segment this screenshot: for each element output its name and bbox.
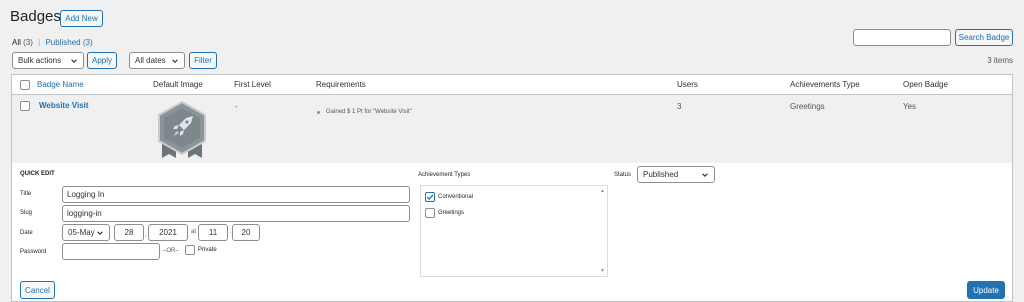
bulk-actions-label: Bulk actions bbox=[18, 56, 62, 65]
dates-label: All dates bbox=[135, 56, 166, 65]
bullet-icon bbox=[317, 110, 320, 114]
achievement-type-conventional[interactable]: Conventional bbox=[425, 192, 473, 202]
items-count: 3 items bbox=[987, 56, 1013, 65]
conventional-label: Conventional bbox=[438, 194, 474, 200]
conventional-checkbox[interactable] bbox=[425, 192, 435, 202]
achievement-types-label: Achievement Types bbox=[418, 172, 471, 178]
page-title: Badges bbox=[10, 8, 61, 25]
requirement-text: Gained $ 1 Pt for "Website Visit" bbox=[326, 109, 412, 115]
check-icon bbox=[426, 194, 434, 201]
chevron-down-icon bbox=[97, 230, 103, 235]
view-published-link[interactable]: Published bbox=[45, 38, 80, 47]
achievement-type-greetings[interactable]: Greetings bbox=[425, 208, 464, 218]
chevron-down-icon bbox=[71, 58, 77, 63]
achievement-types-list[interactable]: Conventional Greetings ▲ ▼ bbox=[420, 185, 608, 277]
first-level-value: - bbox=[235, 102, 238, 111]
column-requirements: Requirements bbox=[316, 80, 366, 89]
column-open-badge: Open Badge bbox=[903, 80, 948, 89]
scroll-down-icon[interactable]: ▼ bbox=[600, 268, 605, 274]
view-all-link[interactable]: All bbox=[12, 38, 21, 47]
view-all-count: (3) bbox=[23, 38, 33, 47]
apply-button[interactable]: Apply bbox=[87, 52, 117, 69]
column-users: Users bbox=[677, 80, 698, 89]
quick-edit-panel: QUICK EDIT Title Logging In Slug logging… bbox=[12, 163, 1012, 301]
status-select[interactable]: Published bbox=[637, 166, 715, 183]
slug-label: Slug bbox=[20, 210, 33, 216]
search-badge-button[interactable]: Search Badge bbox=[955, 29, 1013, 46]
greetings-checkbox[interactable] bbox=[425, 208, 435, 218]
view-separator: | bbox=[38, 38, 41, 47]
private-label: Private bbox=[198, 247, 217, 253]
password-label: Password bbox=[20, 249, 47, 255]
title-label: Title bbox=[20, 191, 32, 197]
table-row: Website Visit - Gained $ 1 Pt for "Websi… bbox=[12, 95, 1012, 163]
greetings-label: Greetings bbox=[438, 210, 465, 216]
table-header: Badge Name Default Image First Level Req… bbox=[12, 75, 1012, 95]
date-label: Date bbox=[20, 230, 33, 236]
column-first-level: First Level bbox=[234, 80, 271, 89]
column-badge-name[interactable]: Badge Name bbox=[37, 80, 84, 89]
hour-field[interactable]: 11 bbox=[198, 224, 228, 241]
view-published-count: (3) bbox=[82, 38, 93, 47]
private-checkbox[interactable] bbox=[185, 245, 195, 255]
view-filters: All (3) | Published (3) bbox=[12, 38, 93, 47]
month-value: 05-May bbox=[68, 228, 95, 237]
update-button[interactable]: Update bbox=[967, 281, 1005, 299]
badge-name-link[interactable]: Website Visit bbox=[39, 101, 89, 110]
badge-image bbox=[158, 100, 206, 158]
quick-edit-heading: QUICK EDIT bbox=[20, 171, 55, 177]
status-value: Published bbox=[643, 170, 679, 179]
select-all-checkbox[interactable] bbox=[20, 80, 30, 90]
row-checkbox[interactable] bbox=[20, 101, 30, 111]
status-label: Status bbox=[614, 172, 632, 178]
date-comma: , bbox=[145, 232, 147, 238]
column-default-image: Default Image bbox=[153, 80, 203, 89]
open-badge-value: Yes bbox=[903, 102, 917, 111]
achievement-type-value: Greetings bbox=[790, 102, 825, 111]
users-value: 3 bbox=[677, 102, 682, 111]
title-field[interactable]: Logging In bbox=[62, 186, 410, 203]
password-field[interactable] bbox=[62, 243, 160, 260]
slug-field[interactable]: logging-in bbox=[62, 205, 410, 222]
cancel-button[interactable]: Cancel bbox=[20, 281, 55, 299]
year-field[interactable]: 2021 bbox=[148, 224, 188, 241]
minute-field[interactable]: 20 bbox=[232, 224, 260, 241]
dates-select[interactable]: All dates bbox=[129, 52, 185, 69]
date-at: at bbox=[191, 229, 197, 235]
day-field[interactable]: 28 bbox=[114, 224, 144, 241]
column-achievements-type: Achievements Type bbox=[790, 80, 860, 89]
chevron-down-icon bbox=[172, 58, 178, 63]
month-select[interactable]: 05-May bbox=[62, 224, 110, 241]
search-input[interactable] bbox=[853, 29, 951, 46]
add-new-button[interactable]: Add New bbox=[60, 10, 103, 27]
chevron-down-icon bbox=[702, 172, 708, 177]
badges-table: Badge Name Default Image First Level Req… bbox=[11, 74, 1013, 302]
requirement-item: Gained $ 1 Pt for "Website Visit" bbox=[317, 109, 412, 115]
bulk-actions-select[interactable]: Bulk actions bbox=[12, 52, 84, 69]
or-separator: –OR– bbox=[163, 248, 179, 254]
scroll-up-icon[interactable]: ▲ bbox=[600, 188, 605, 194]
filter-button[interactable]: Filter bbox=[189, 52, 217, 69]
